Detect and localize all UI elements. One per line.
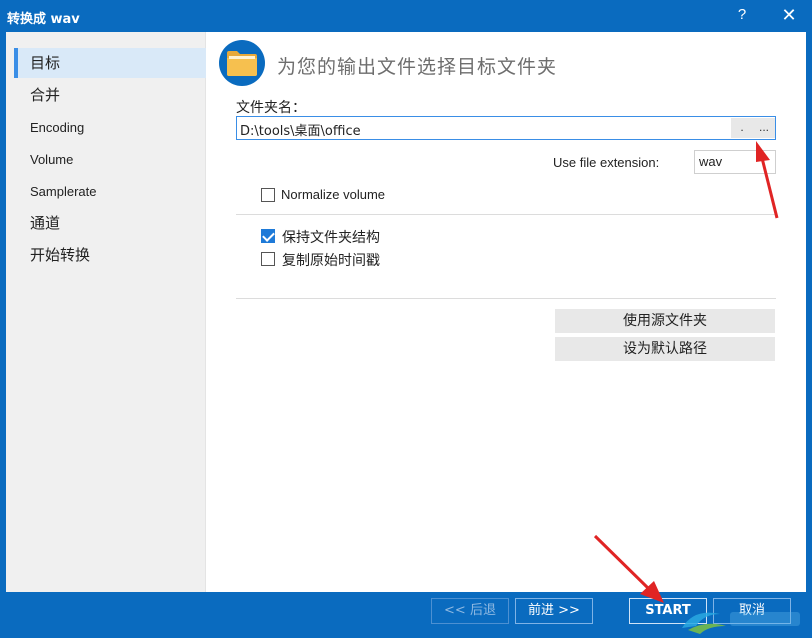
folder-name-label: 文件夹名： — [236, 100, 306, 116]
file-extension-label: Use file extension: — [553, 155, 660, 170]
window-frame-right — [806, 32, 812, 638]
sidebar-item-label: 合并 — [30, 86, 61, 104]
sidebar-item-volume[interactable]: Volume — [14, 145, 206, 175]
normalize-volume-checkbox[interactable] — [261, 188, 275, 202]
copy-timestamp-label: 复制原始时间戳 — [282, 253, 380, 269]
help-icon[interactable]: ? — [733, 6, 751, 26]
normalize-volume-label: Normalize volume — [281, 187, 386, 202]
page-heading: 为您的输出文件选择目标文件夹 — [277, 56, 558, 78]
sidebar-item-label: 通道 — [30, 214, 61, 232]
next-button[interactable]: 前进 >> — [515, 598, 593, 624]
keep-folder-structure-label: 保持文件夹结构 — [282, 230, 380, 246]
sidebar-item-target[interactable]: 目标 — [14, 48, 206, 78]
folder-path-value: D:\tools\桌面\office — [240, 124, 361, 139]
folder-dot-button[interactable]: . — [731, 118, 753, 138]
back-button[interactable]: << 后退 — [431, 598, 509, 624]
keep-folder-structure-checkbox[interactable] — [261, 229, 275, 243]
divider — [236, 298, 776, 299]
set-default-path-button[interactable]: 设为默认路径 — [555, 337, 775, 361]
sidebar-item-start-conversion[interactable]: 开始转换 — [14, 240, 206, 270]
sidebar-item-merge[interactable]: 合并 — [14, 80, 206, 110]
sidebar: 目标 合并 Encoding Volume Samplerate 通道 开始转换 — [6, 32, 206, 592]
file-extension-value: wav — [699, 154, 723, 169]
browse-folder-button[interactable]: ... — [753, 118, 775, 138]
folder-path-input[interactable]: D:\tools\桌面\office . ... — [236, 116, 776, 140]
title-bar: 转换成 wav ? ✕ — [0, 0, 812, 32]
divider — [236, 214, 776, 215]
sidebar-item-label: 开始转换 — [30, 246, 91, 264]
sidebar-item-channels[interactable]: 通道 — [14, 208, 206, 238]
sidebar-item-samplerate[interactable]: Samplerate — [14, 177, 206, 207]
close-icon[interactable]: ✕ — [778, 5, 800, 27]
sidebar-item-label: Samplerate — [30, 184, 97, 199]
sidebar-item-label: Volume — [30, 152, 74, 167]
window-title: 转换成 wav — [7, 12, 80, 27]
sidebar-item-label: Encoding — [30, 120, 85, 135]
file-extension-input[interactable]: wav — [694, 150, 776, 174]
sidebar-item-label: 目标 — [30, 54, 61, 72]
sidebar-item-encoding[interactable]: Encoding — [14, 113, 206, 143]
watermark-logo — [682, 612, 800, 634]
use-source-folder-button[interactable]: 使用源文件夹 — [555, 309, 775, 333]
copy-timestamp-checkbox[interactable] — [261, 252, 275, 266]
folder-icon — [219, 40, 265, 86]
